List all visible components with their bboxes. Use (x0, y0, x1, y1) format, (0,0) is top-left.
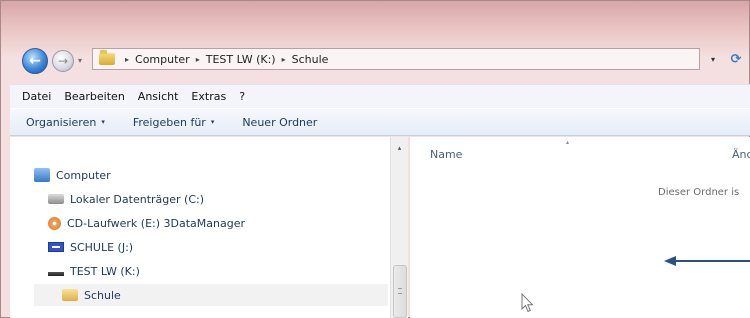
sort-arrow-icon: ▴ (566, 139, 570, 146)
tree-item-schule-drive[interactable]: SCHULE (J:) (48, 237, 133, 257)
back-arrow-icon: ← (29, 53, 41, 69)
usb-drive-icon (48, 242, 64, 252)
breadcrumb-separator[interactable]: ▸ (125, 55, 129, 64)
chevron-down-icon: ▾ (210, 118, 215, 126)
organize-label: Organisieren (26, 115, 97, 129)
breadcrumb-test-drive[interactable]: TEST LW (K:) (206, 53, 276, 66)
menu-datei[interactable]: Datei (22, 90, 51, 103)
menu-bearbeiten[interactable]: Bearbeiten (64, 90, 124, 103)
breadcrumb-separator[interactable]: ▸ (282, 55, 286, 64)
tree-item-label: Computer (56, 168, 111, 182)
recent-pages-button[interactable]: ▾ (78, 56, 82, 65)
hard-drive-icon (48, 194, 64, 204)
forward-button[interactable]: → (52, 50, 74, 72)
computer-icon (34, 168, 50, 182)
tree-item-label: TEST LW (K:) (70, 264, 140, 278)
organize-button[interactable]: Organisieren ▾ (26, 116, 105, 129)
vertical-scrollbar[interactable]: ▴ (390, 137, 408, 318)
tree-item-local-disk[interactable]: Lokaler Datenträger (C:) (48, 189, 204, 209)
column-header-name[interactable]: Name (430, 148, 462, 161)
address-dropdown-button[interactable]: ▾ (706, 48, 720, 70)
tree-item-label: SCHULE (J:) (70, 240, 134, 254)
annotation-arrow-icon (664, 256, 750, 266)
tree-item-label: CD-Laufwerk (E:) 3DataManager (67, 216, 246, 230)
tree-item-cd-drive[interactable]: CD-Laufwerk (E:) 3DataManager (48, 213, 245, 233)
grip-icon (398, 288, 402, 294)
chevron-down-icon: ▾ (101, 118, 105, 126)
cd-drive-icon (48, 216, 61, 230)
menu-bar: Datei Bearbeiten Ansicht Extras ? (10, 84, 750, 108)
tree-item-label: Schule (84, 288, 121, 302)
menu-help[interactable]: ? (239, 90, 245, 103)
share-button[interactable]: Freigeben für ▾ (133, 116, 214, 129)
forward-arrow-icon: → (57, 54, 69, 68)
network-drive-icon (48, 272, 64, 276)
mouse-cursor-icon (521, 293, 534, 313)
address-bar[interactable]: ▸ Computer ▸ TEST LW (K:) ▸ Schule (92, 48, 700, 70)
tree-item-test-drive[interactable]: TEST LW (K:) (48, 261, 140, 281)
tree-item-label: Lokaler Datenträger (C:) (70, 192, 205, 206)
navigation-pane: Computer Lokaler Datenträger (C:) CD-Lau… (10, 137, 408, 318)
refresh-button[interactable]: ⟳ (722, 48, 750, 70)
breadcrumb-computer[interactable]: Computer (135, 53, 190, 66)
folder-icon (62, 289, 78, 301)
new-folder-button[interactable]: Neuer Ordner (242, 116, 317, 129)
column-header-date[interactable]: Änd (732, 148, 750, 161)
breadcrumb-separator[interactable]: ▸ (196, 55, 200, 64)
content-pane[interactable]: Name ▴ Änd Dieser Ordner is (410, 137, 750, 318)
folder-icon (99, 50, 115, 65)
scroll-thumb[interactable] (393, 265, 407, 318)
empty-folder-message: Dieser Ordner is (658, 187, 740, 198)
share-label: Freigeben für (132, 115, 206, 129)
back-button[interactable]: ← (22, 48, 48, 74)
menu-ansicht[interactable]: Ansicht (138, 90, 179, 103)
tree-item-schule-folder[interactable]: Schule (62, 285, 121, 305)
menu-extras[interactable]: Extras (191, 90, 226, 103)
tree-item-computer[interactable]: Computer (34, 165, 111, 185)
command-bar: Organisieren ▾ Freigeben für ▾ Neuer Ord… (10, 108, 750, 136)
column-header-row: Name ▴ Änd (410, 137, 750, 171)
scroll-up-button[interactable]: ▴ (391, 141, 408, 155)
breadcrumb-schule[interactable]: Schule (292, 53, 329, 66)
